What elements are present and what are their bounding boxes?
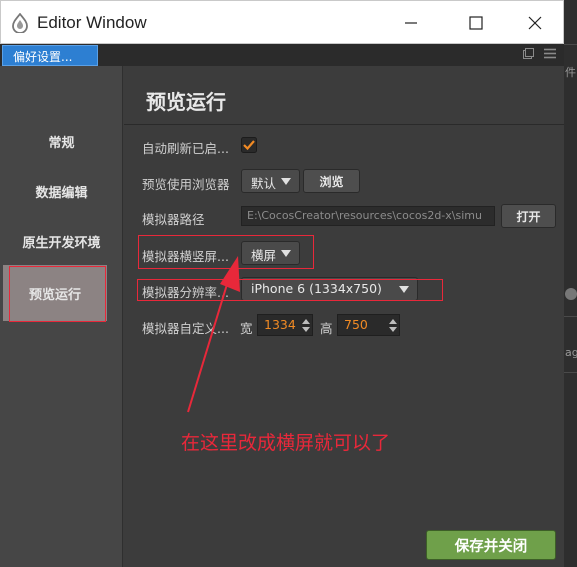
simulator-path-label: 模拟器路径: [142, 212, 205, 227]
annotation-text: 在这里改成横屏就可以了: [181, 432, 391, 454]
open-path-button[interactable]: 打开: [501, 204, 556, 228]
annotation-box-resolution: [137, 279, 443, 301]
maximize-button[interactable]: [448, 1, 504, 45]
title-bar[interactable]: Editor Window: [0, 0, 564, 44]
simulator-path-input[interactable]: E:\CocosCreator\resources\cocos2d-x\simu: [241, 206, 495, 226]
popout-icon[interactable]: [523, 48, 534, 62]
browser-label: 预览使用浏览器: [142, 177, 230, 192]
preferences-panel: 预览运行 自动刷新已启... 预览使用浏览器 默认 浏览 模拟器路径 E:\Co…: [124, 66, 564, 567]
background-slider-knob: [565, 288, 577, 300]
annotation-box-nav: [9, 266, 106, 322]
background-divider: [564, 372, 577, 373]
sidebar-item-data-editing[interactable]: 数据编辑: [0, 176, 123, 206]
width-value: 1334: [264, 317, 296, 332]
tab-preferences[interactable]: 偏好设置...: [2, 45, 98, 66]
background-fragment-2: ag: [565, 346, 577, 359]
tab-tools: [523, 48, 556, 62]
annotation-box-orientation: [138, 235, 314, 269]
browse-button[interactable]: 浏览: [303, 169, 360, 193]
width-input[interactable]: 1334: [257, 314, 313, 336]
save-and-close-button[interactable]: 保存并关闭: [426, 530, 556, 560]
background-fragment-1: 件: [565, 66, 576, 79]
chevron-down-icon: [281, 178, 291, 185]
title-divider: [124, 124, 564, 125]
window-title: Editor Window: [37, 13, 147, 32]
height-stepper[interactable]: [388, 316, 398, 334]
background-divider: [564, 316, 577, 317]
background-app-strip: 件 ag: [564, 0, 577, 567]
cocos-creator-logo-icon: [11, 12, 29, 34]
height-input[interactable]: 750: [337, 314, 400, 336]
height-label: 高: [320, 321, 333, 336]
height-value: 750: [344, 317, 368, 332]
browser-select[interactable]: 默认: [241, 169, 300, 193]
auto-refresh-checkbox[interactable]: [241, 137, 257, 153]
tab-strip: 偏好设置...: [0, 44, 564, 66]
sidebar-item-general[interactable]: 常规: [0, 126, 123, 156]
auto-refresh-label: 自动刷新已启...: [142, 141, 229, 156]
width-stepper[interactable]: [301, 316, 311, 334]
width-label: 宽: [240, 321, 253, 336]
menu-icon[interactable]: [544, 48, 556, 62]
custom-size-label: 模拟器自定义...: [142, 321, 229, 336]
sidebar-item-native-env[interactable]: 原生开发环境: [0, 226, 123, 256]
background-divider: [564, 44, 577, 45]
close-button[interactable]: [507, 1, 563, 45]
page-title: 预览运行: [146, 90, 226, 114]
minimize-button[interactable]: [383, 1, 439, 45]
browser-select-value: 默认: [251, 176, 277, 191]
